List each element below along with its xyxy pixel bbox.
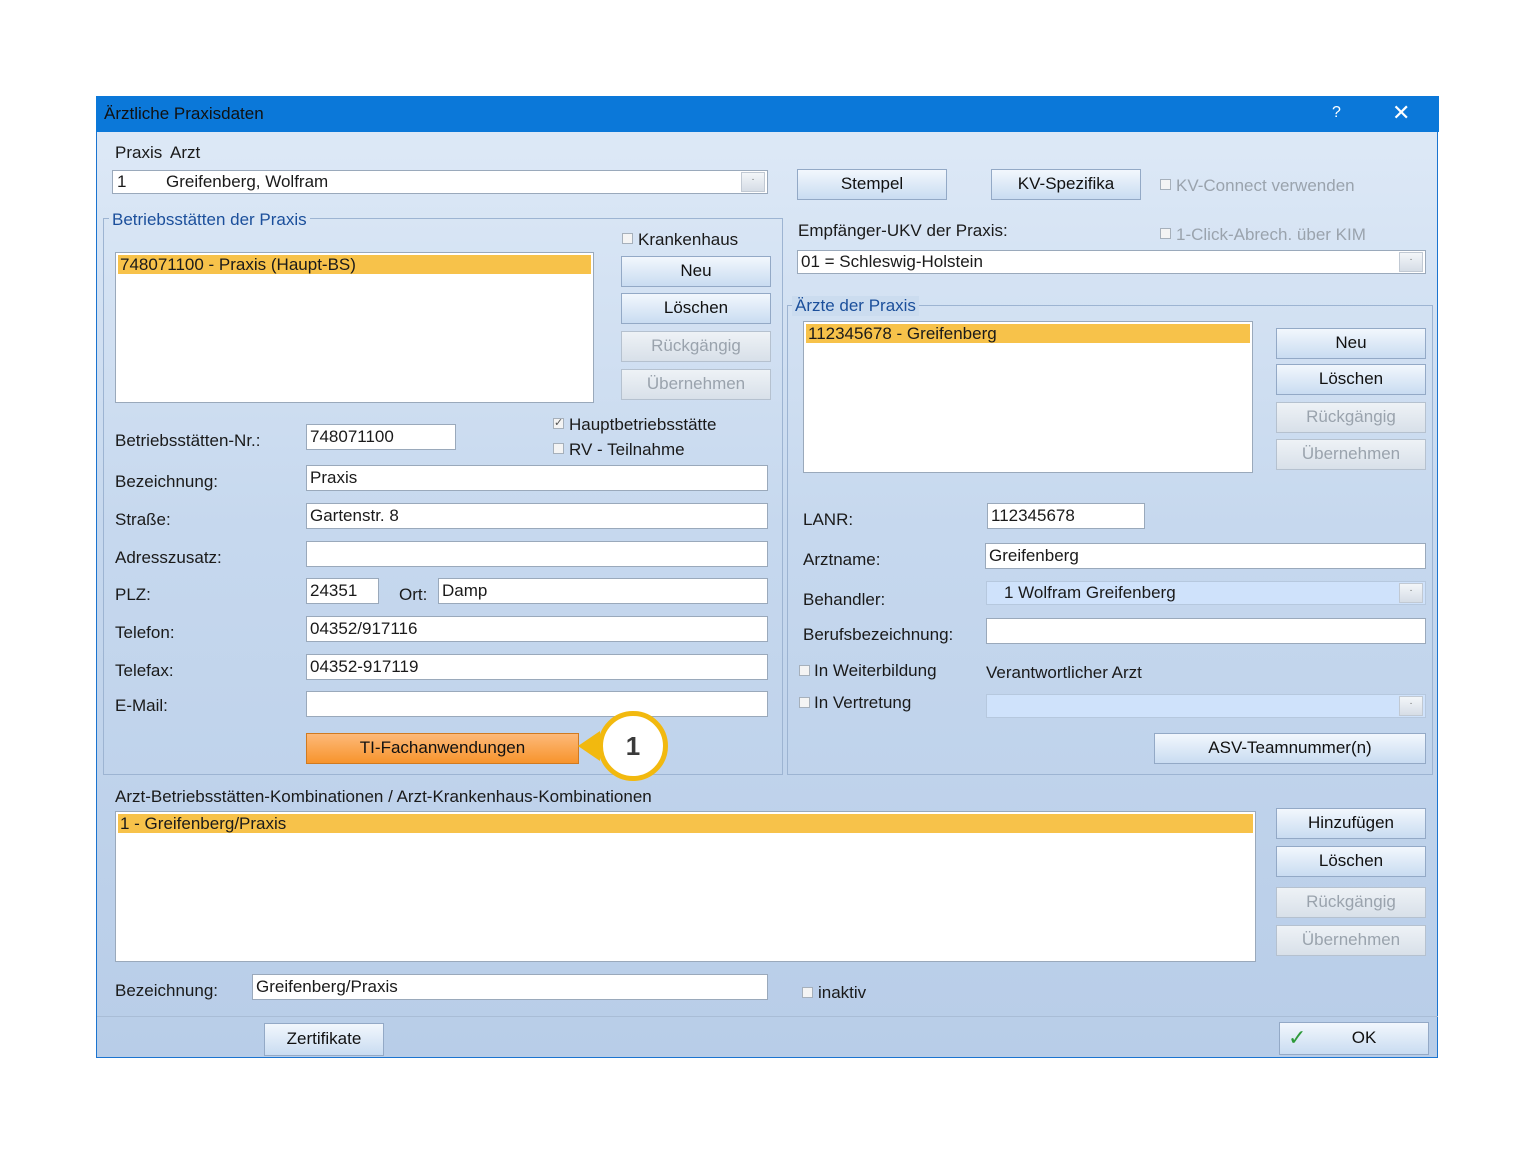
bezeichnung-input[interactable]: Praxis [306, 465, 768, 491]
lanr-input[interactable]: 112345678 [987, 503, 1145, 529]
title-bar: Ärztliche Praxisdaten ? ✕ [96, 96, 1439, 132]
help-button[interactable]: ? [1332, 104, 1341, 122]
praxis-arzt-select[interactable]: 1 Greifenberg, Wolfram · [112, 170, 768, 194]
ok-button[interactable]: ✓ OK [1279, 1022, 1429, 1055]
email-input[interactable] [306, 691, 768, 717]
kv-connect-checkbox[interactable] [1160, 179, 1171, 190]
verantwortlicher-arzt-select[interactable]: · [986, 694, 1426, 718]
arzt-uebernehmen-button[interactable]: Übernehmen [1276, 439, 1426, 470]
kombi-bezeichnung-input[interactable]: Greifenberg/Praxis [252, 974, 768, 1000]
rv-teilnahme-label: RV - Teilnahme [569, 440, 685, 459]
empfaenger-label: Empfänger-UKV der Praxis: [798, 221, 1008, 240]
ti-fachanwendungen-button[interactable]: TI-Fachanwendungen [306, 733, 579, 764]
window-title: Ärztliche Praxisdaten [104, 104, 264, 123]
ort-label: Ort: [399, 585, 428, 604]
vertretung-checkbox[interactable] [799, 697, 810, 708]
telefax-label: Telefax: [115, 661, 174, 680]
kv-connect-label: KV-Connect verwenden [1176, 176, 1355, 195]
arzt-label: Arzt [170, 143, 201, 162]
email-label: E-Mail: [115, 696, 168, 715]
arztname-label: Arztname: [803, 550, 881, 569]
bs-nr-input[interactable]: 748071100 [306, 424, 456, 450]
chevron-down-icon[interactable]: · [741, 172, 765, 192]
telefon-input[interactable]: 04352/917116 [306, 616, 768, 642]
empfaenger-value: 01 = Schleswig-Holstein [801, 252, 983, 271]
lanr-label: LANR: [803, 510, 854, 529]
bs-loeschen-button[interactable]: Löschen [621, 293, 771, 324]
arzt-loeschen-button[interactable]: Löschen [1276, 364, 1426, 395]
weiterbildung-checkbox[interactable] [799, 665, 810, 676]
chevron-down-icon[interactable]: · [1399, 583, 1423, 603]
kombi-hinzufuegen-button[interactable]: Hinzufügen [1276, 808, 1426, 839]
list-item[interactable]: 112345678 - Greifenberg [806, 324, 1250, 343]
betriebsstaetten-group-title: Betriebsstätten der Praxis [109, 210, 310, 230]
callout-pointer [578, 731, 600, 761]
one-click-checkbox[interactable] [1160, 228, 1171, 239]
behandler-label: Behandler: [803, 590, 886, 609]
betriebsstaetten-list[interactable]: 748071100 - Praxis (Haupt-BS) [115, 252, 594, 403]
berufsbezeichnung-label: Berufsbezeichnung: [803, 625, 954, 644]
krankenhaus-checkbox[interactable] [622, 233, 633, 244]
ok-label: OK [1351, 1028, 1377, 1047]
kombi-bezeichnung-label: Bezeichnung: [115, 981, 219, 1000]
adresszusatz-input[interactable] [306, 541, 768, 567]
bs-nr-label: Betriebsstätten-Nr.: [115, 431, 261, 450]
weiterbildung-label: In Weiterbildung [814, 661, 937, 680]
kombi-loeschen-button[interactable]: Löschen [1276, 846, 1426, 877]
list-item[interactable]: 748071100 - Praxis (Haupt-BS) [118, 255, 591, 274]
arzt-name: Greifenberg, Wolfram [166, 172, 329, 191]
plz-input[interactable]: 24351 [306, 578, 379, 604]
list-item[interactable]: 1 - Greifenberg/Praxis [118, 814, 1253, 833]
kombinationen-list[interactable]: 1 - Greifenberg/Praxis [115, 811, 1256, 962]
inaktiv-label: inaktiv [818, 983, 867, 1002]
berufsbezeichnung-input[interactable] [986, 618, 1426, 644]
bs-rueckgaengig-button[interactable]: Rückgängig [621, 331, 771, 362]
footer-divider [97, 1016, 1438, 1017]
zertifikate-button[interactable]: Zertifikate [264, 1023, 384, 1056]
verantwortlicher-arzt-label: Verantwortlicher Arzt [986, 663, 1142, 682]
stempel-button[interactable]: Stempel [797, 169, 947, 200]
kombi-rueckgaengig-button[interactable]: Rückgängig [1276, 887, 1426, 918]
bs-uebernehmen-button[interactable]: Übernehmen [621, 369, 771, 400]
ort-input[interactable]: Damp [438, 578, 768, 604]
praxis-label: Praxis [115, 143, 163, 162]
behandler-select[interactable]: 1 Wolfram Greifenberg · [986, 581, 1426, 605]
inaktiv-checkbox[interactable] [802, 987, 813, 998]
bezeichnung-label: Bezeichnung: [115, 472, 219, 491]
rv-teilnahme-checkbox[interactable] [553, 443, 564, 454]
empfaenger-select[interactable]: 01 = Schleswig-Holstein · [797, 250, 1426, 274]
chevron-down-icon[interactable]: · [1399, 696, 1423, 716]
aerzte-list[interactable]: 112345678 - Greifenberg [803, 321, 1253, 473]
arzt-neu-button[interactable]: Neu [1276, 328, 1426, 359]
kombinationen-title: Arzt-Betriebsstätten-Kombinationen / Arz… [115, 787, 652, 806]
plz-label: PLZ: [115, 585, 151, 604]
praxis-number: 1 [117, 172, 127, 191]
behandler-value: 1 Wolfram Greifenberg [1004, 583, 1176, 602]
aerzte-group-title: Ärzte der Praxis [792, 296, 919, 316]
hauptbetriebsstaette-label: Hauptbetriebsstätte [569, 415, 717, 434]
hauptbetriebsstaette-checkbox[interactable]: ✓ [553, 418, 564, 429]
vertretung-label: In Vertretung [814, 693, 912, 712]
close-icon[interactable]: ✕ [1392, 100, 1410, 126]
callout-badge: 1 [598, 711, 668, 781]
bs-neu-button[interactable]: Neu [621, 256, 771, 287]
kv-spezifika-button[interactable]: KV-Spezifika [991, 169, 1141, 200]
telefon-label: Telefon: [115, 623, 175, 642]
kombi-uebernehmen-button[interactable]: Übernehmen [1276, 925, 1426, 956]
adresszusatz-label: Adresszusatz: [115, 548, 222, 567]
strasse-label: Straße: [115, 510, 171, 529]
telefax-input[interactable]: 04352-917119 [306, 654, 768, 680]
one-click-label: 1-Click-Abrech. über KIM [1176, 225, 1366, 244]
chevron-down-icon[interactable]: · [1399, 252, 1423, 272]
krankenhaus-label: Krankenhaus [638, 230, 739, 249]
asv-teamnummer-button[interactable]: ASV-Teamnummer(n) [1154, 733, 1426, 764]
arzt-rueckgaengig-button[interactable]: Rückgängig [1276, 402, 1426, 433]
strasse-input[interactable]: Gartenstr. 8 [306, 503, 768, 529]
arztname-input[interactable]: Greifenberg [985, 543, 1426, 569]
